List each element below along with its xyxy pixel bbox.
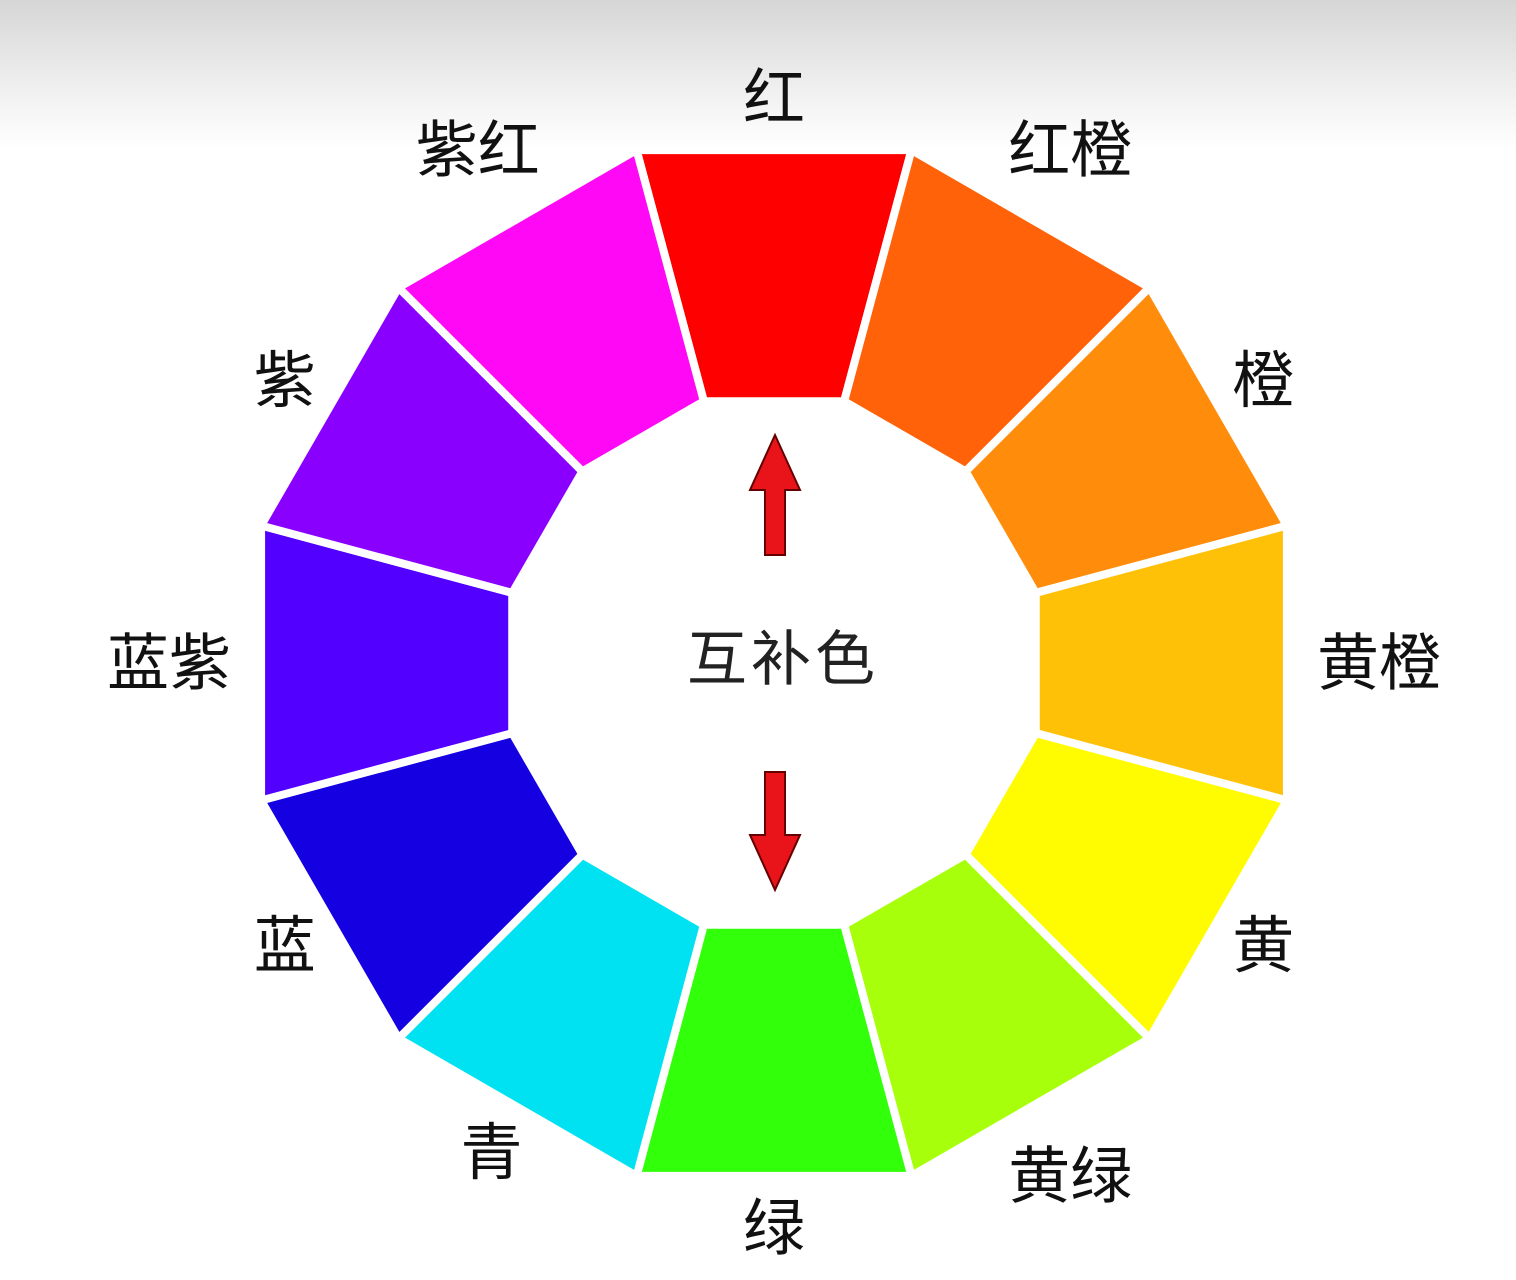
center-title: 互补色	[687, 625, 879, 695]
segment-label: 黄绿	[1008, 1140, 1132, 1213]
segment-label: 紫	[254, 344, 316, 417]
segment-label: 橙	[1232, 344, 1294, 417]
segment-label: 蓝紫	[107, 627, 231, 700]
segment-label: 红	[743, 62, 805, 135]
segment-label: 黄橙	[1317, 627, 1441, 700]
segment-label: 黄	[1232, 909, 1294, 982]
segment-label: 红橙	[1008, 113, 1132, 186]
arrow-up-icon	[748, 432, 802, 556]
segment-label: 紫红	[416, 113, 540, 186]
arrow-down-icon	[748, 771, 802, 893]
color-wheel: 红红橙橙黄橙黄黄绿绿 青 蓝 蓝紫 紫 紫红 互补色	[107, 62, 1441, 1265]
segment-label: 绿	[743, 1192, 805, 1265]
segment-label: 青	[460, 1116, 522, 1189]
segment-label: 蓝	[254, 909, 316, 982]
